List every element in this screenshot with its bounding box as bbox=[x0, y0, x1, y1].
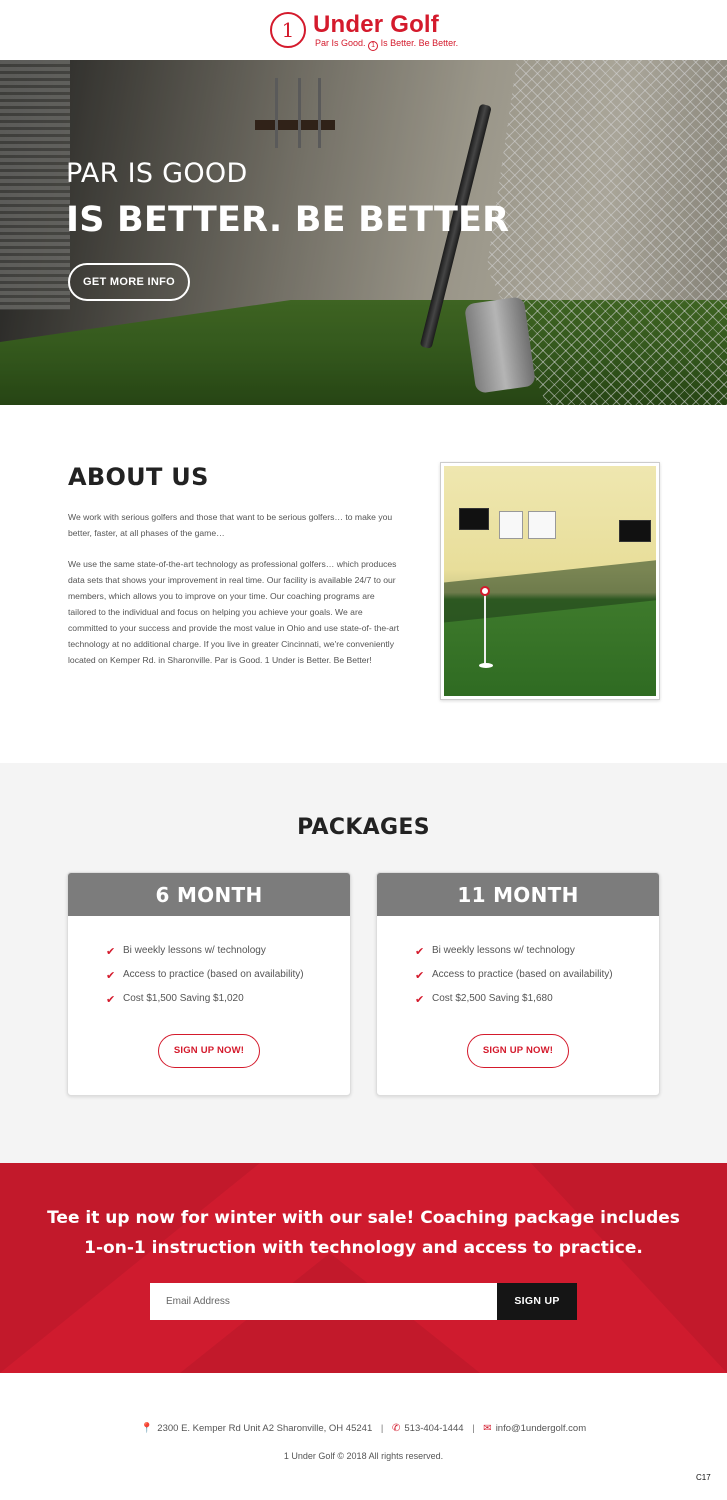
about-section: ABOUT US We work with serious golfers an… bbox=[0, 405, 727, 763]
email-sign-up-button[interactable]: SIGN UP bbox=[497, 1283, 577, 1320]
package-card-title: 6 MONTH bbox=[68, 873, 350, 916]
phone-icon: ✆ bbox=[391, 1423, 401, 1434]
check-icon: ✔ bbox=[415, 994, 425, 1006]
footer-contact-line: 📍 2300 E. Kemper Rd Unit A2 Sharonville, … bbox=[0, 1423, 727, 1434]
check-icon: ✔ bbox=[106, 994, 116, 1006]
site-header: 1 Under Golf Par Is Good. 1 Is Better. B… bbox=[0, 0, 727, 60]
package-feature-text: Cost $2,500 Saving $1,680 bbox=[432, 993, 553, 1004]
check-icon: ✔ bbox=[415, 970, 425, 982]
facility-photo-image bbox=[444, 466, 656, 696]
promo-heading-line-1: Tee it up now for winter with our sale! … bbox=[47, 1208, 680, 1228]
sign-up-now-button[interactable]: SIGN UP NOW! bbox=[158, 1034, 260, 1068]
footer-separator: | bbox=[472, 1423, 475, 1434]
package-feature: ✔ Bi weekly lessons w/ technology bbox=[415, 943, 613, 967]
package-feature-text: Cost $1,500 Saving $1,020 bbox=[123, 993, 244, 1004]
package-feature-list: ✔ Bi weekly lessons w/ technology ✔ Access… bbox=[415, 943, 613, 1015]
photo-tv bbox=[459, 508, 489, 530]
map-marker-icon: 📍 bbox=[140, 1423, 154, 1434]
photo-board bbox=[499, 511, 523, 539]
package-feature: ✔ Bi weekly lessons w/ technology bbox=[106, 943, 304, 967]
tagline-number-badge: 1 bbox=[368, 41, 379, 51]
photo-flag-target bbox=[480, 586, 490, 596]
hero-banner: PAR IS GOOD IS BETTER. BE BETTER GET MOR… bbox=[0, 60, 727, 405]
site-footer: 📍 2300 E. Kemper Rd Unit A2 Sharonville, … bbox=[0, 1373, 727, 1500]
package-feature-text: Access to practice (based on availabilit… bbox=[432, 969, 613, 980]
footer-address: 2300 E. Kemper Rd Unit A2 Sharonville, O… bbox=[157, 1423, 373, 1434]
package-card-11-month: 11 MONTH ✔ Bi weekly lessons w/ technolog… bbox=[376, 872, 660, 1096]
package-feature-text: Access to practice (based on availabilit… bbox=[123, 969, 304, 980]
photo-flagstick bbox=[484, 591, 486, 666]
promo-bg-shape bbox=[530, 1163, 727, 1373]
package-feature-text: Bi weekly lessons w/ technology bbox=[123, 945, 266, 956]
envelope-icon: ✉ bbox=[483, 1423, 492, 1434]
about-title: ABOUT US bbox=[68, 463, 209, 491]
photo-tv bbox=[619, 520, 651, 542]
hero-heading-line-1: PAR IS GOOD bbox=[66, 158, 248, 189]
about-paragraph-1: We work with serious golfers and those t… bbox=[68, 512, 393, 538]
check-icon: ✔ bbox=[415, 946, 425, 958]
sign-up-now-button[interactable]: SIGN UP NOW! bbox=[467, 1034, 569, 1068]
get-more-info-button[interactable]: GET MORE INFO bbox=[68, 263, 190, 301]
check-icon: ✔ bbox=[106, 946, 116, 958]
promo-heading: Tee it up now for winter with our sale! … bbox=[30, 1203, 697, 1263]
email-address-input[interactable] bbox=[150, 1283, 497, 1320]
footer-phone[interactable]: 513-404-1444 bbox=[404, 1423, 463, 1434]
packages-section: PACKAGES 6 MONTH ✔ Bi weekly lessons w/ t… bbox=[0, 763, 727, 1163]
promo-signup-section: Tee it up now for winter with our sale! … bbox=[0, 1163, 727, 1373]
promo-heading-line-2: 1-on-1 instruction with technology and a… bbox=[84, 1238, 643, 1258]
photo-cup bbox=[479, 663, 493, 668]
package-feature: ✔ Access to practice (based on availabili… bbox=[415, 967, 613, 991]
tagline-part-1: Par Is Good. bbox=[315, 38, 366, 48]
footer-copyright: 1 Under Golf © 2018 All rights reserved. bbox=[283, 1451, 444, 1461]
footer-separator: | bbox=[380, 1423, 384, 1434]
tagline-part-2: Is Better. Be Better. bbox=[380, 38, 459, 48]
logo-title: Under Golf bbox=[313, 11, 439, 38]
package-card-6-month: 6 MONTH ✔ Bi weekly lessons w/ technology… bbox=[67, 872, 351, 1096]
site-logo[interactable]: 1 Under Golf Par Is Good. 1 Is Better. B… bbox=[270, 10, 460, 51]
logo-tagline: Par Is Good. 1 Is Better. Be Better. bbox=[315, 38, 458, 51]
package-card-title: 11 MONTH bbox=[377, 873, 659, 916]
check-icon: ✔ bbox=[106, 970, 116, 982]
package-feature-list: ✔ Bi weekly lessons w/ technology ✔ Access… bbox=[106, 943, 304, 1015]
hero-heading-line-2: IS BETTER. BE BETTER bbox=[66, 200, 510, 240]
package-feature: ✔ Cost $1,500 Saving $1,020 bbox=[106, 991, 304, 1015]
photo-board bbox=[528, 511, 556, 539]
facility-photo bbox=[440, 462, 660, 700]
packages-title: PACKAGES bbox=[297, 815, 430, 840]
logo-number-badge: 1 bbox=[270, 12, 306, 48]
about-paragraph-2: We use the same state-of-the-art technol… bbox=[68, 559, 400, 665]
photo-mat bbox=[444, 559, 656, 623]
package-feature: ✔ Access to practice (based on availabili… bbox=[106, 967, 304, 991]
package-feature-text: Bi weekly lessons w/ technology bbox=[432, 945, 575, 956]
footer-email[interactable]: info@1undergolf.com bbox=[496, 1423, 586, 1434]
package-feature: ✔ Cost $2,500 Saving $1,680 bbox=[415, 991, 613, 1015]
corner-code-label: C17 bbox=[696, 1473, 711, 1482]
